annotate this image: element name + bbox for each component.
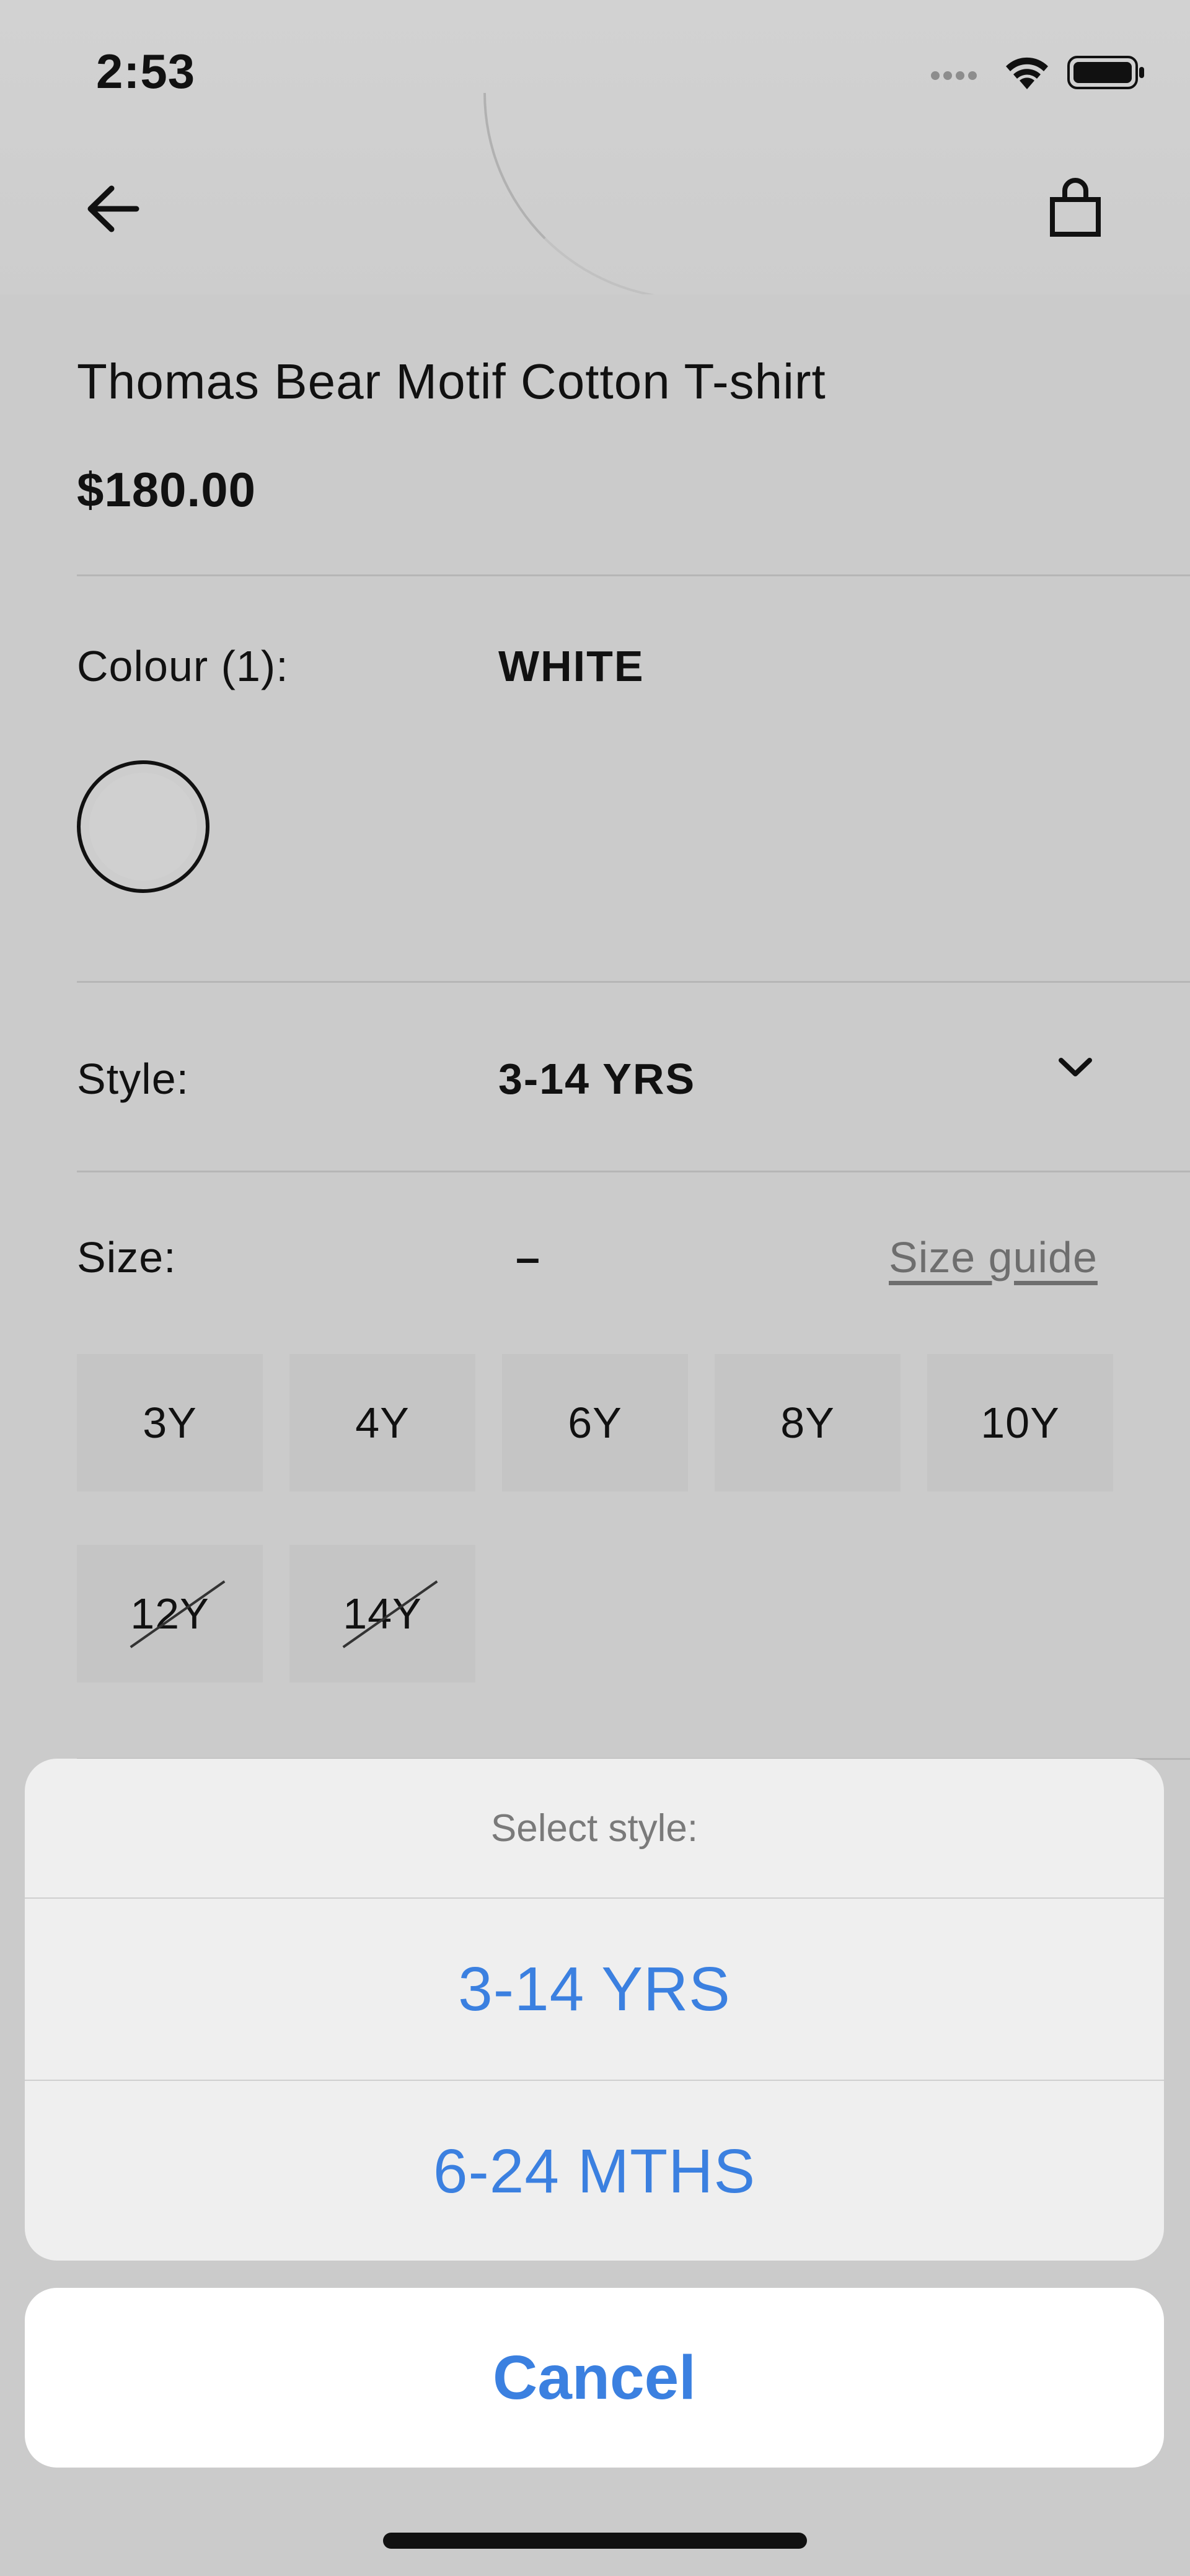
- size-option-3y[interactable]: 3Y: [77, 1354, 263, 1492]
- size-option-12y-unavailable: 12Y: [77, 1545, 263, 1682]
- style-value[interactable]: 3-14 YRS: [498, 1054, 695, 1104]
- colour-label: Colour (1):: [77, 642, 289, 690]
- divider: [77, 981, 1190, 983]
- colour-value: WHITE: [498, 642, 645, 690]
- status-bar: 2:53: [0, 37, 1190, 112]
- product-image-header: 2:53: [0, 0, 1190, 294]
- size-option-14y-unavailable: 14Y: [289, 1545, 475, 1682]
- size-option-label: 10Y: [981, 1399, 1060, 1447]
- battery-icon: [1067, 56, 1144, 89]
- status-time: 2:53: [96, 44, 196, 99]
- action-sheet-title: Select style:: [490, 1806, 699, 1850]
- style-label: Style:: [77, 1055, 190, 1103]
- size-option-4y[interactable]: 4Y: [289, 1354, 475, 1492]
- size-label: Size:: [77, 1233, 177, 1281]
- size-option-label: 12Y: [130, 1589, 209, 1638]
- size-option-8y[interactable]: 8Y: [715, 1354, 901, 1492]
- divider: [77, 1171, 1190, 1172]
- product-title: Thomas Bear Motif Cotton T-shirt: [77, 354, 826, 409]
- cancel-button[interactable]: Cancel: [25, 2288, 1164, 2468]
- chevron-down-icon[interactable]: [1054, 1052, 1097, 1083]
- size-option-label: 8Y: [780, 1399, 835, 1447]
- product-image: [483, 93, 1044, 294]
- colour-swatch-white[interactable]: [77, 760, 209, 893]
- cellular-signal-icon: [931, 71, 981, 83]
- wifi-icon: [1006, 57, 1048, 89]
- size-value: –: [516, 1233, 540, 1281]
- style-option-6-24-mths[interactable]: 6-24 MTHS: [25, 2081, 1164, 2261]
- size-option-label: 14Y: [343, 1589, 422, 1638]
- size-option-label: 6Y: [568, 1399, 622, 1447]
- size-option-6y[interactable]: 6Y: [502, 1354, 688, 1492]
- arrow-left-icon[interactable]: [79, 175, 148, 243]
- home-indicator[interactable]: [383, 2533, 807, 2549]
- size-option-label: 4Y: [355, 1399, 410, 1447]
- select-style-action-sheet: Select style: 3-14 YRS 6-24 MTHS: [25, 1759, 1164, 2261]
- shopping-bag-icon[interactable]: [1041, 175, 1109, 243]
- size-option-10y[interactable]: 10Y: [927, 1354, 1113, 1492]
- divider: [77, 574, 1190, 576]
- size-option-label: 3Y: [143, 1399, 197, 1447]
- product-price: $180.00: [77, 462, 256, 517]
- size-guide-link[interactable]: Size guide: [889, 1233, 1098, 1282]
- style-option-3-14-yrs[interactable]: 3-14 YRS: [25, 1899, 1164, 2080]
